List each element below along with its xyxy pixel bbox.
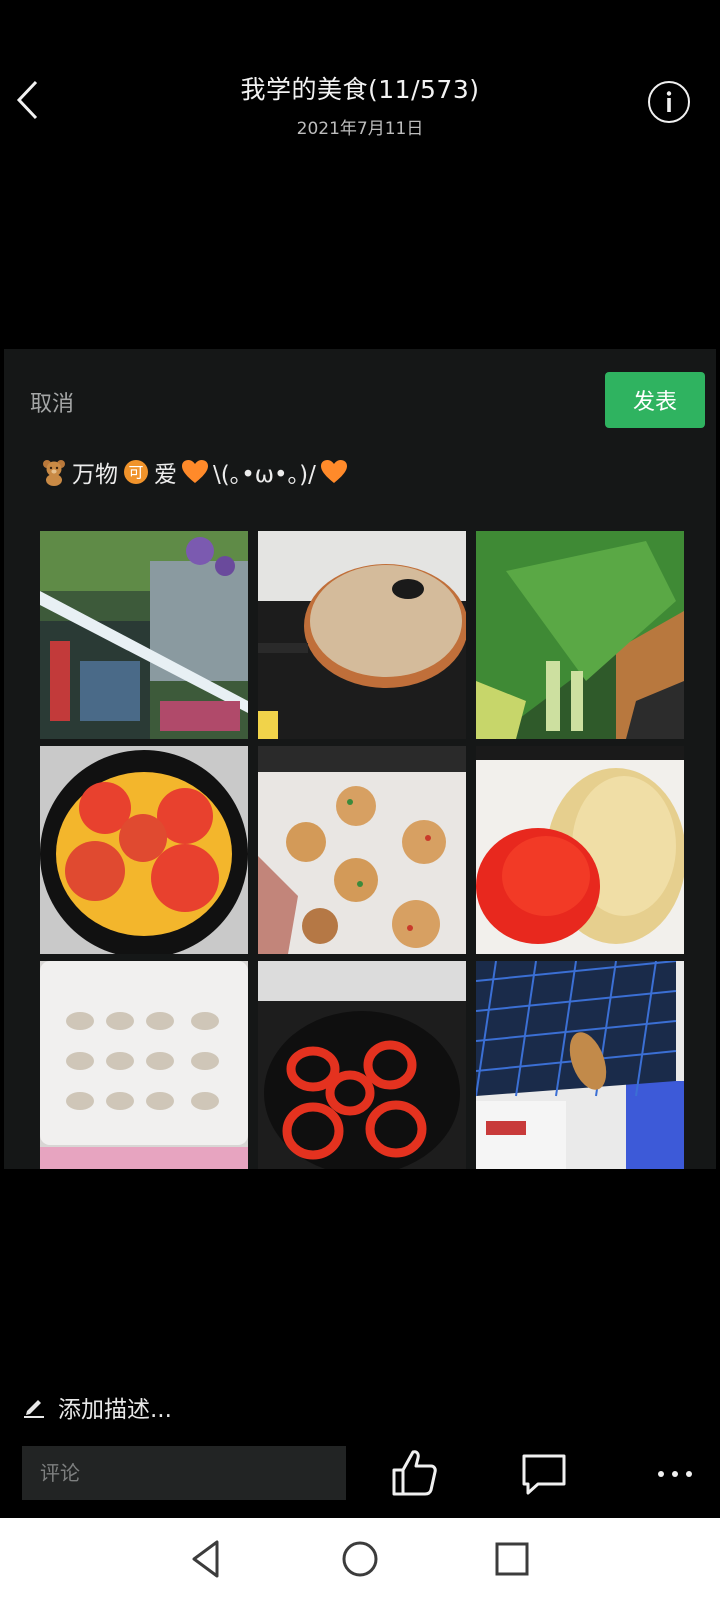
thumbs-up-icon <box>392 1450 437 1496</box>
market-shelf-photo[interactable] <box>40 531 248 739</box>
orange-heart-icon <box>320 458 348 486</box>
system-nav-bar <box>0 1518 720 1600</box>
nav-back-icon[interactable] <box>184 1536 230 1582</box>
back-button[interactable] <box>8 72 48 128</box>
orange-heart-icon <box>181 458 209 486</box>
pan-with-lid-photo[interactable] <box>258 531 466 739</box>
album-title: 我学的美食(11/573) <box>240 75 480 104</box>
info-icon <box>666 91 672 112</box>
comment-input[interactable]: 评论 <box>22 1446 346 1500</box>
ke-badge-text: 可 <box>128 464 143 482</box>
more-options-button[interactable] <box>655 1460 695 1488</box>
teddy-bear-icon <box>40 458 68 486</box>
shrimp-net-photo[interactable] <box>476 961 684 1169</box>
shrimp-tray-photo[interactable] <box>40 961 248 1169</box>
tomato-egg-pan-photo[interactable] <box>40 746 248 954</box>
more-dots-icon <box>658 1471 692 1477</box>
nav-home-icon[interactable] <box>337 1536 383 1582</box>
add-description-button[interactable]: 添加描述... <box>22 1390 172 1424</box>
publish-button[interactable]: 发表 <box>605 372 705 428</box>
pencil-icon <box>24 1400 44 1418</box>
speech-bubble-icon <box>522 1454 566 1495</box>
caption-word-1: 万物 <box>72 462 118 488</box>
caption-word-2: 爱 <box>154 462 177 488</box>
ke-badge-icon: 可 <box>122 458 150 486</box>
like-button[interactable] <box>391 1448 439 1498</box>
top-bar: 我学的美食(11/573) 2021年7月11日 <box>0 0 720 160</box>
diced-peppers-photo[interactable] <box>476 746 684 954</box>
info-button[interactable] <box>648 81 690 123</box>
pepper-rings-pan-photo[interactable] <box>258 961 466 1169</box>
caption-kaomoji: \(｡•ω•｡)/ <box>213 462 316 488</box>
greens-photo[interactable] <box>476 531 684 739</box>
chevron-left-icon <box>16 80 38 120</box>
photo-date: 2021年7月11日 <box>296 119 424 139</box>
photo-grid <box>40 531 685 1169</box>
cancel-button[interactable]: 取消 <box>30 386 74 418</box>
caption-text[interactable]: 万物 可 爱 \(｡•ω•｡)/ <box>40 455 348 489</box>
share-composer-panel: 取消 发表 万物 可 爱 \(｡•ω•｡)/ <box>4 349 716 1169</box>
comment-button[interactable] <box>520 1452 568 1496</box>
add-description-label: 添加描述... <box>58 1397 172 1423</box>
title-block: 我学的美食(11/573) 2021年7月11日 <box>110 70 610 139</box>
nav-recents-icon[interactable] <box>489 1536 535 1582</box>
veggie-balls-photo[interactable] <box>258 746 466 954</box>
